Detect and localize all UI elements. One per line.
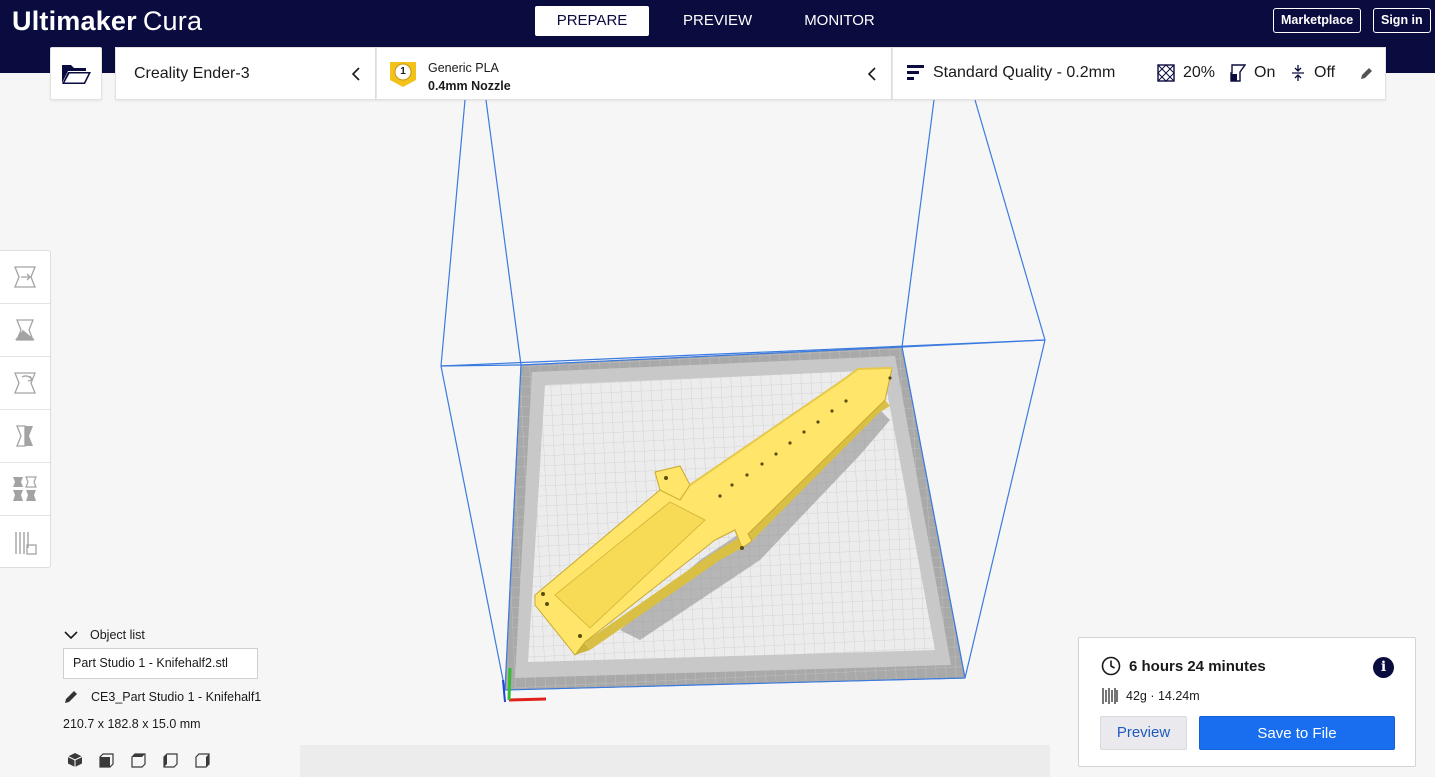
clock-icon — [1101, 656, 1121, 676]
pencil-icon[interactable] — [1360, 67, 1373, 80]
info-icon[interactable]: i — [1373, 657, 1394, 678]
logo-product: Cura — [142, 6, 203, 36]
floor-shade — [300, 745, 1050, 777]
object-list-item[interactable]: Part Studio 1 - Knifehalf2.stl — [63, 648, 258, 679]
print-summary-panel: 6 hours 24 minutes i 42g · 14.24m Previe… — [1078, 637, 1416, 767]
adhesion-icon — [1292, 65, 1304, 81]
rotate-tool[interactable] — [0, 357, 50, 410]
save-to-file-button[interactable]: Save to File — [1199, 716, 1395, 750]
support-value: On — [1254, 64, 1276, 81]
3d-view-button[interactable] — [64, 750, 86, 770]
left-view-button[interactable] — [160, 750, 182, 770]
infill-value: 20% — [1183, 64, 1216, 81]
quality-setting: Standard Quality - 0.2mm — [907, 64, 1115, 82]
object-list-header: Object list — [90, 628, 145, 642]
folder-open-icon — [62, 64, 91, 84]
material-usage: 42g · 14.24m — [1101, 687, 1200, 705]
mirror-icon — [16, 425, 33, 447]
front-view-button[interactable] — [96, 750, 118, 770]
move-icon — [14, 266, 36, 288]
stage-tabs: PREPARE PREVIEW MONITOR — [535, 6, 901, 36]
top-view-button[interactable] — [128, 750, 150, 770]
scale-icon — [15, 319, 35, 341]
rotate-icon — [14, 372, 36, 394]
extruder-number: 1 — [400, 66, 406, 77]
right-view-button[interactable] — [192, 750, 214, 770]
quality-label: Standard Quality - 0.2mm — [933, 64, 1116, 81]
printer-selector[interactable]: Creality Ender-3 — [115, 47, 376, 100]
tab-prepare[interactable]: PREPARE — [535, 6, 649, 36]
object-dimensions: 210.7 x 182.8 x 15.0 mm — [63, 717, 201, 731]
front-view-icon — [99, 753, 114, 768]
job-name: CE3_Part Studio 1 - Knifehalf1 — [91, 690, 262, 704]
printer-name: Creality Ender-3 — [134, 65, 250, 82]
scale-tool[interactable] — [0, 304, 50, 357]
tab-monitor[interactable]: MONITOR — [778, 6, 901, 36]
print-time-label: 6 hours 24 minutes — [1129, 657, 1266, 675]
support-icon — [1230, 64, 1246, 82]
material-usage-label: 42g · 14.24m — [1126, 689, 1200, 703]
preview-button[interactable]: Preview — [1100, 716, 1187, 750]
support-blocker-tool[interactable] — [0, 516, 50, 569]
right-view-icon — [195, 753, 210, 768]
move-tool[interactable] — [0, 251, 50, 304]
marketplace-button[interactable]: Marketplace — [1273, 8, 1362, 33]
support-blocker-icon — [15, 531, 37, 555]
support-setting: On — [1228, 64, 1275, 82]
open-file-button[interactable] — [50, 47, 102, 100]
pencil-icon — [65, 691, 77, 703]
infill-setting: 20% — [1157, 64, 1215, 82]
tab-preview[interactable]: PREVIEW — [657, 6, 778, 36]
object-list-toggle[interactable]: Object list — [64, 628, 145, 642]
chevron-down-icon — [64, 630, 78, 639]
mirror-tool[interactable] — [0, 410, 50, 463]
job-name-field[interactable]: CE3_Part Studio 1 - Knifehalf1 — [64, 690, 261, 704]
quality-icon — [907, 65, 924, 80]
per-model-settings-icon — [13, 476, 37, 501]
logo-brand: Ultimaker — [12, 6, 137, 36]
adhesion-setting: Off — [1290, 64, 1335, 82]
tool-panel — [0, 250, 51, 568]
print-settings-selector[interactable]: Standard Quality - 0.2mm 20% On Off — [892, 47, 1386, 100]
3d-view-icon — [67, 753, 83, 767]
material-selector[interactable]: 1 Generic PLA 0.4mm Nozzle — [376, 47, 892, 100]
print-time: 6 hours 24 minutes — [1101, 656, 1266, 676]
sign-in-button[interactable]: Sign in — [1373, 8, 1431, 33]
app-logo: Ultimaker Cura — [12, 6, 202, 37]
view-orientation-bar — [64, 750, 224, 770]
filament-spool-icon — [1102, 688, 1118, 704]
infill-icon — [1157, 64, 1175, 82]
chevron-left-icon — [867, 67, 876, 81]
per-model-settings-tool[interactable] — [0, 463, 50, 516]
chevron-left-icon — [351, 67, 360, 81]
material-name: Generic PLA — [428, 61, 499, 75]
left-view-icon — [163, 753, 178, 768]
top-view-icon — [131, 753, 146, 768]
nozzle-size: 0.4mm Nozzle — [428, 79, 511, 93]
adhesion-value: Off — [1314, 64, 1336, 81]
